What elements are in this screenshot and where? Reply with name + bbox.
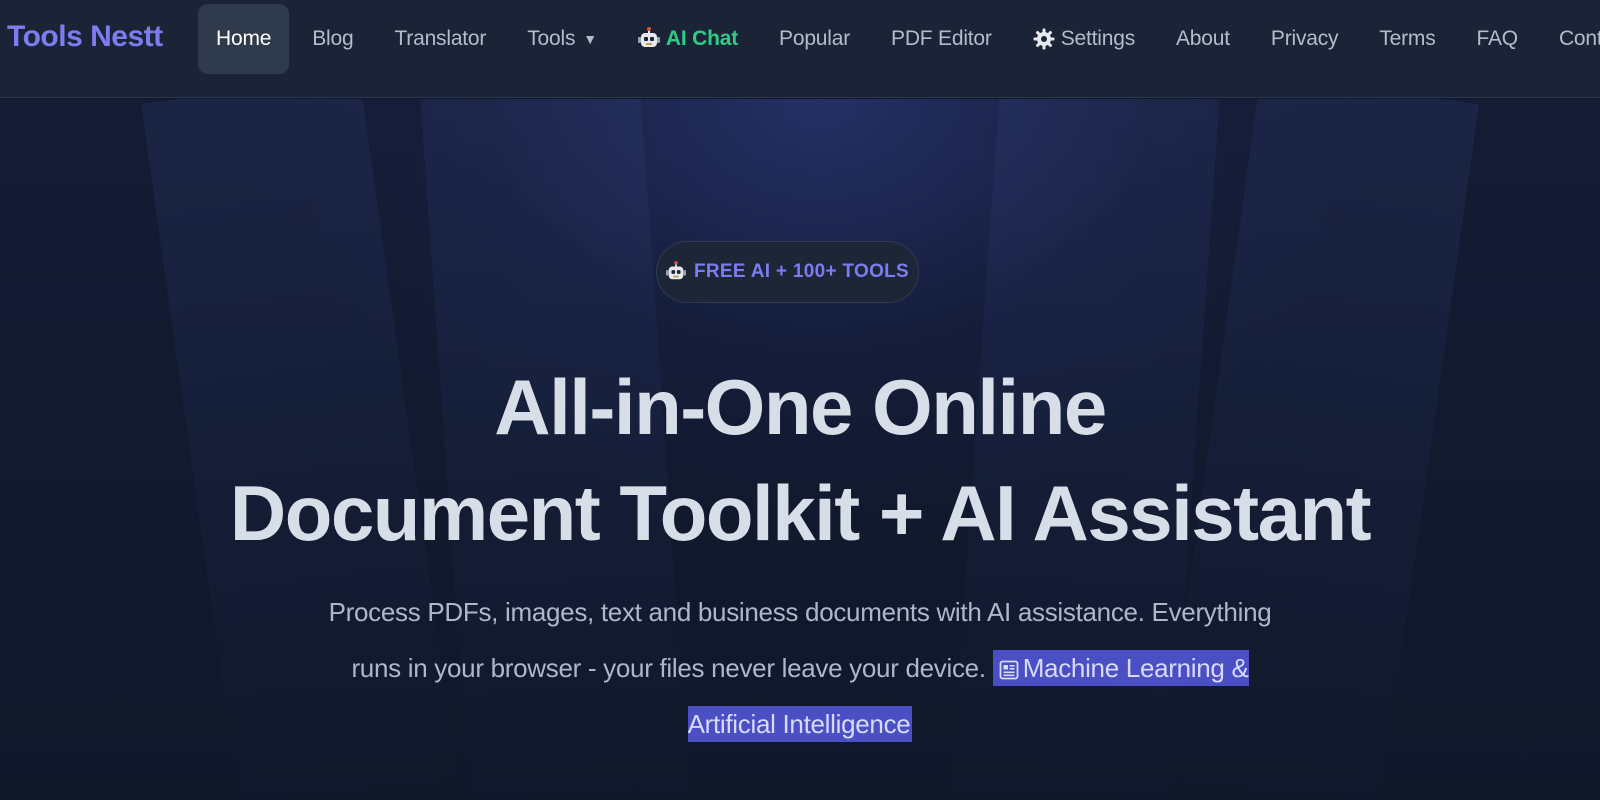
nav-links: Home Blog Translator Tools ▼ AI Chat Pop… [198, 4, 1600, 74]
nav-item-home[interactable]: Home [198, 4, 290, 74]
nav-item-contact[interactable]: Contact [1541, 4, 1600, 74]
nav-item-label: AI Chat [665, 27, 739, 50]
robot-icon [665, 261, 686, 283]
hero-section: FREE AI + 100+ TOOLS All-in-One Online D… [0, 99, 1600, 800]
hero-badge: FREE AI + 100+ TOOLS [656, 241, 919, 303]
nav-item-label: Home [216, 27, 272, 50]
nav-item-label: Tools [527, 27, 576, 50]
nav-item-about[interactable]: About [1158, 4, 1248, 74]
top-navbar: Tools Nestt Home Blog Translator Tools ▼ [0, 0, 1600, 98]
nav-item-tools[interactable]: Tools ▼ [509, 4, 615, 74]
nav-item-blog[interactable]: Blog [294, 4, 371, 74]
nav-item-label: About [1176, 27, 1230, 50]
robot-icon [637, 27, 660, 51]
nav-item-label: Contact [1558, 27, 1600, 50]
hero-headline: All-in-One Online Document Toolkit + AI … [0, 354, 1600, 566]
nav-item-ai-chat[interactable]: AI Chat [620, 4, 756, 74]
brand-logo[interactable]: Tools Nestt [7, 20, 163, 54]
hero-subtitle: Process PDFs, images, text and business … [320, 584, 1280, 752]
nav-item-label: Privacy [1270, 27, 1339, 50]
hero-headline-line2: Document Toolkit + AI Assistant [229, 469, 1372, 557]
nav-item-label: PDF Editor [891, 27, 992, 50]
nav-item-label: Blog [312, 27, 354, 50]
chevron-down-icon: ▼ [583, 31, 597, 47]
nav-item-privacy[interactable]: Privacy [1253, 4, 1356, 74]
nav-item-label: Settings [1060, 27, 1135, 50]
nav-item-translator[interactable]: Translator [376, 4, 504, 74]
nav-item-pdf-editor[interactable]: PDF Editor [873, 4, 1010, 74]
nav-item-label: Popular [779, 27, 851, 50]
nav-item-settings[interactable]: Settings [1015, 4, 1153, 74]
hero-badge-label: FREE AI + 100+ TOOLS [693, 261, 910, 282]
nav-item-label: FAQ [1476, 27, 1519, 50]
nav-item-faq[interactable]: FAQ [1459, 4, 1536, 74]
nav-item-label: Terms [1379, 27, 1436, 50]
nav-item-label: Translator [394, 27, 487, 50]
nav-item-popular[interactable]: Popular [761, 4, 868, 74]
gear-icon [1033, 28, 1055, 50]
hero-headline-line1: All-in-One Online [494, 363, 1107, 451]
article-icon [999, 660, 1019, 680]
nav-item-terms[interactable]: Terms [1361, 4, 1453, 74]
